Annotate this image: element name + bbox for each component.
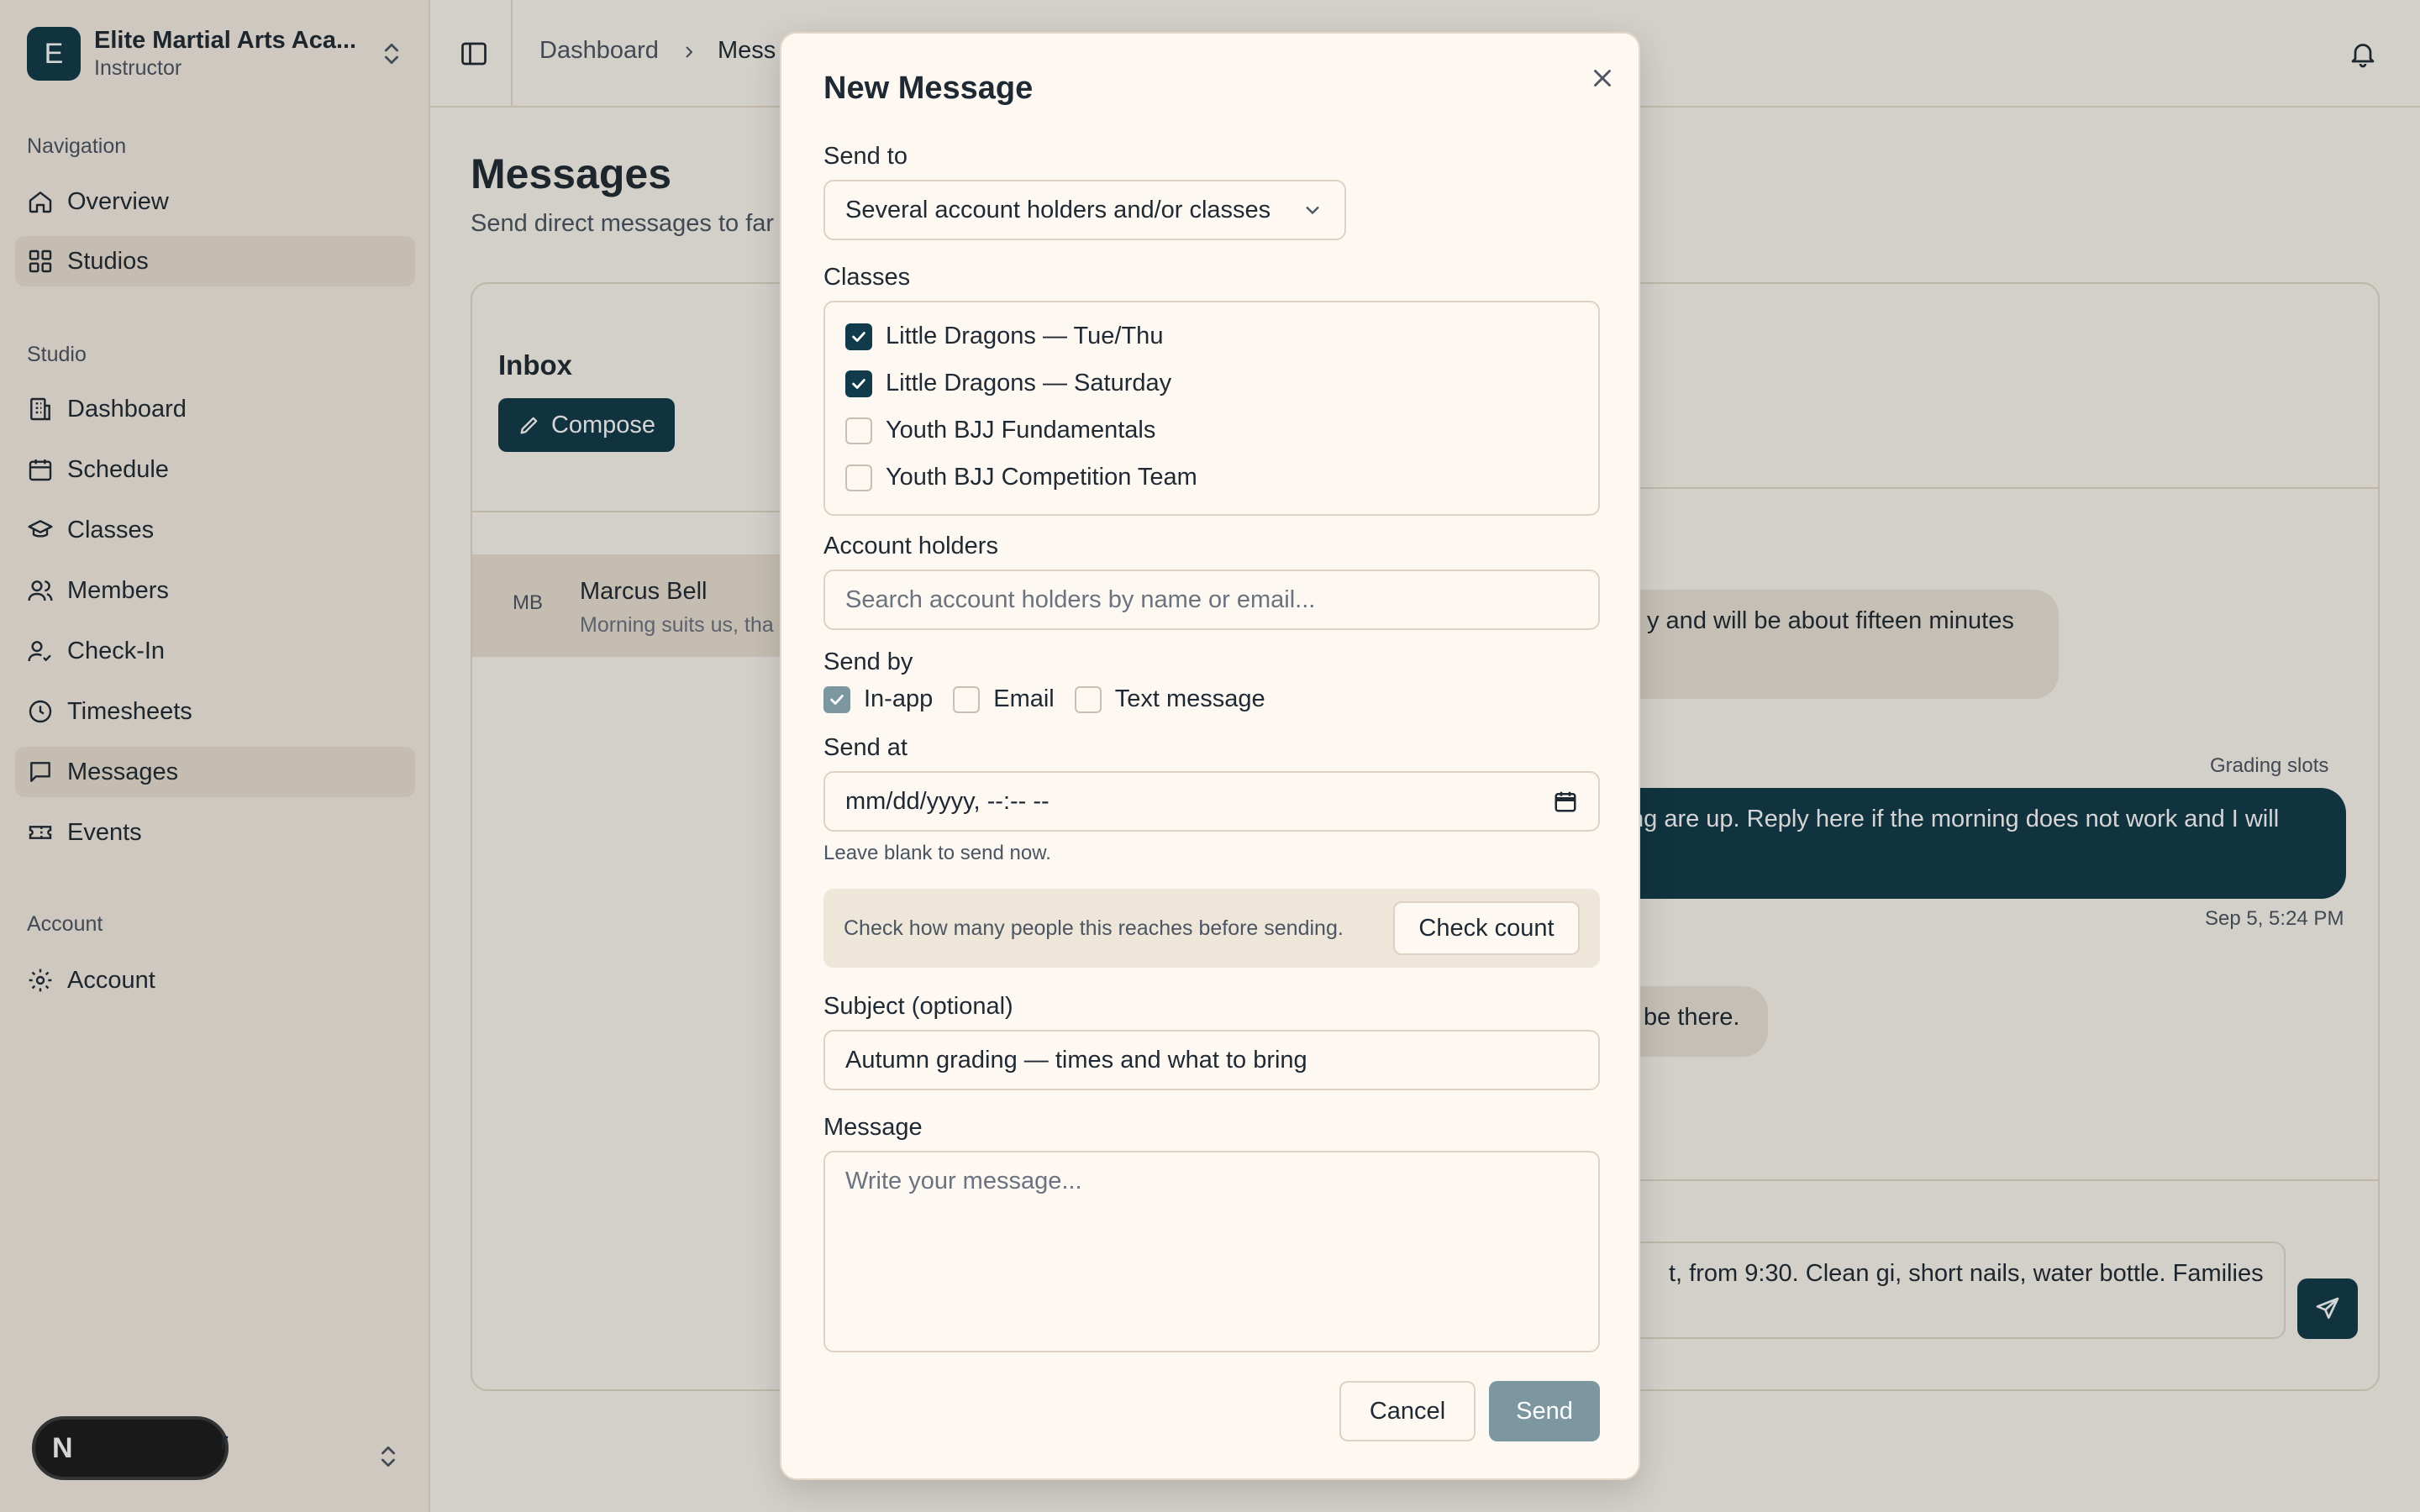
classes-label: Classes [823, 264, 911, 291]
class-option[interactable]: Little Dragons — Saturday [845, 370, 1171, 397]
account-holders-label: Account holders [823, 533, 998, 559]
class-option-label: Little Dragons — Saturday [886, 370, 1172, 396]
send-to-select[interactable]: Several account holders and/or classes [823, 180, 1346, 240]
check-icon [830, 694, 844, 705]
message-placeholder: Write your message... [845, 1168, 1082, 1194]
send-by-in-app[interactable]: In-app [823, 685, 933, 713]
send-by-options: In-app Email Text message [823, 685, 1286, 713]
send-at-label: Send at [823, 734, 908, 761]
send-button[interactable]: Send [1489, 1381, 1600, 1441]
class-option[interactable]: Youth BJJ Fundamentals [845, 417, 1155, 444]
send-to-label: Send to [823, 143, 908, 170]
send-by-label-text: In-app [864, 685, 934, 712]
chevron-down-icon [1306, 206, 1319, 215]
check-icon [852, 331, 865, 342]
subject-input[interactable]: Autumn grading — times and what to bring [823, 1030, 1600, 1090]
dialog-title: New Message [823, 71, 1034, 106]
class-option-label: Little Dragons — Tue/Thu [886, 323, 1164, 349]
class-option-label: Youth BJJ Fundamentals [886, 417, 1156, 444]
send-by-email[interactable]: Email [953, 685, 1055, 713]
account-holders-search-input[interactable]: Search account holders by name or email.… [823, 570, 1600, 630]
checkbox-unchecked[interactable] [953, 685, 981, 713]
send-at-placeholder: mm/dd/yyyy, --:-- -- [845, 787, 1050, 815]
check-count-button[interactable]: Check count [1393, 901, 1580, 955]
checkbox-unchecked[interactable] [845, 417, 872, 444]
close-icon[interactable] [1588, 64, 1617, 92]
recipient-count-box: Check how many people this reaches befor… [823, 889, 1600, 968]
message-textarea[interactable]: Write your message... [823, 1151, 1600, 1352]
send-label: Send [1516, 1397, 1573, 1425]
send-to-value: Several account holders and/or classes [845, 196, 1271, 223]
new-message-dialog: New Message Send to Several account hold… [780, 32, 1640, 1480]
classes-list: Little Dragons — Tue/Thu Little Dragons … [823, 301, 1600, 516]
send-by-label: Send by [823, 648, 913, 675]
checkbox-unchecked[interactable] [845, 464, 872, 491]
checkbox-unchecked[interactable] [1074, 685, 1102, 713]
send-by-label-text: Email [993, 685, 1055, 712]
cancel-button[interactable]: Cancel [1339, 1381, 1476, 1441]
send-by-text-message[interactable]: Text message [1074, 685, 1265, 713]
cancel-label: Cancel [1369, 1397, 1446, 1425]
count-hint-text: Check how many people this reaches befor… [844, 916, 1344, 940]
send-at-datetime-input[interactable]: mm/dd/yyyy, --:-- -- [823, 771, 1600, 832]
message-label: Message [823, 1114, 923, 1141]
calendar-icon[interactable] [1553, 789, 1578, 814]
checkbox-checked[interactable] [845, 323, 872, 350]
subject-value: Autumn grading — times and what to bring [845, 1046, 1307, 1074]
checkbox-checked[interactable] [823, 685, 850, 713]
subject-label: Subject (optional) [823, 993, 1013, 1020]
class-option[interactable]: Little Dragons — Tue/Thu [845, 323, 1163, 350]
send-by-label-text: Text message [1114, 685, 1265, 712]
check-icon [852, 378, 865, 389]
check-count-label: Check count [1418, 914, 1555, 942]
checkbox-checked[interactable] [845, 370, 872, 397]
class-option-label: Youth BJJ Competition Team [886, 464, 1197, 491]
account-holders-placeholder: Search account holders by name or email.… [845, 585, 1316, 613]
app-root: E Elite Martial Arts Aca... Instructor N… [0, 0, 2420, 1512]
send-at-hint: Leave blank to send now. [823, 842, 1051, 864]
class-option[interactable]: Youth BJJ Competition Team [845, 464, 1197, 491]
